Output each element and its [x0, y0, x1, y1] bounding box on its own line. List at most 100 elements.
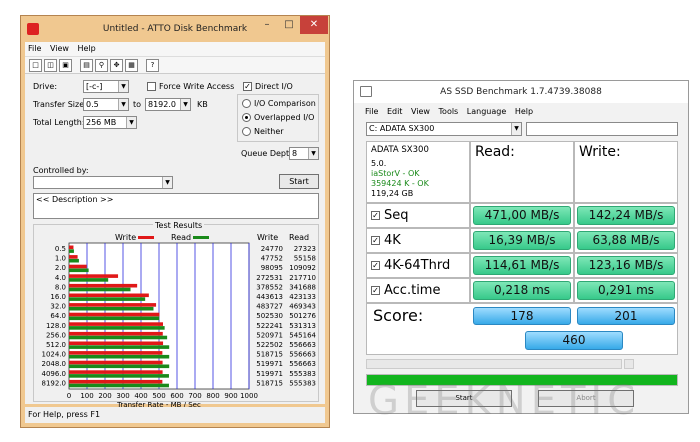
menu-file[interactable]: File [365, 105, 378, 119]
menu-view[interactable]: View [411, 105, 430, 119]
chevron-down-icon: ▼ [118, 81, 128, 92]
x-tick-label: 500 [152, 392, 165, 400]
minimize-button[interactable]: – [256, 16, 278, 34]
x-tick-label: 1000 [240, 392, 258, 400]
zoom-icon[interactable]: ⚲ [95, 59, 108, 72]
read-value-label: 555383 [289, 370, 316, 378]
y-tick-label: 128.0 [46, 322, 66, 330]
drive-size: 119,24 GB [371, 189, 414, 198]
atto-start-button[interactable]: Start [279, 174, 319, 189]
y-tick-label: 256.0 [46, 331, 66, 339]
read-value-label: 556663 [289, 360, 316, 368]
save-icon[interactable]: ▣ [59, 59, 72, 72]
row-write-cell: 142,24 MB/s [574, 203, 678, 228]
maximize-button[interactable]: □ [278, 16, 300, 34]
drive-select-value: [-c-] [86, 82, 103, 91]
y-tick-label: 8.0 [55, 283, 66, 291]
4k64-checkbox[interactable]: ✓ [371, 261, 380, 270]
y-tick-label: 2048.0 [42, 360, 67, 368]
acctime-write-value: 0,291 ms [577, 281, 675, 300]
open-folder-icon[interactable]: ◫ [44, 59, 57, 72]
read-bar [69, 249, 74, 253]
asssd-window: AS SSD Benchmark 1.7.4739.38088 File Edi… [353, 80, 689, 414]
menu-language[interactable]: Language [467, 105, 506, 119]
transfer-size-label: Transfer Size: [33, 100, 87, 109]
4k-checkbox[interactable]: ✓ [371, 236, 380, 245]
x-tick-label: 100 [80, 392, 93, 400]
read-bar [69, 335, 168, 340]
write-value-label: 47752 [261, 255, 283, 263]
alignment-status: 359424 K - OK [371, 179, 429, 188]
io-comparison-radio[interactable] [242, 99, 251, 108]
close-button[interactable]: ✕ [300, 16, 328, 34]
write-bar [69, 370, 163, 374]
x-tick-label: 0 [67, 392, 71, 400]
menu-help[interactable]: Help [77, 42, 95, 56]
write-bar [69, 264, 87, 269]
io-comparison-label: I/O Comparison [254, 99, 316, 108]
direct-io-label: Direct I/O [255, 82, 293, 91]
menu-help[interactable]: Help [515, 105, 533, 119]
read-value-label: 556663 [289, 351, 316, 359]
direct-io-checkbox[interactable]: ✓ [243, 82, 252, 91]
read-bar [69, 345, 170, 349]
row-read-cell: 471,00 MB/s [470, 203, 574, 228]
drive-select-value: C: ADATA SX300 [369, 124, 435, 133]
asssd-titlebar: AS SSD Benchmark 1.7.4739.38088 [354, 81, 688, 103]
read-header-cell: Read: [470, 141, 574, 203]
write-bar [69, 245, 74, 250]
x-tick-label: 600 [170, 392, 183, 400]
4k64-read-value: 114,61 MB/s [473, 256, 571, 275]
read-bar [69, 354, 170, 359]
acctime-checkbox[interactable]: ✓ [371, 286, 380, 295]
asssd-window-title: AS SSD Benchmark 1.7.4739.38088 [440, 87, 602, 97]
row-write-cell: 0,291 ms [574, 278, 678, 303]
drive-select[interactable]: C: ADATA SX300 ▼ [366, 122, 522, 136]
x-tick-label: 900 [224, 392, 237, 400]
print-icon[interactable]: ▤ [80, 59, 93, 72]
read-value-label: 27323 [294, 245, 316, 253]
seq-write-value: 142,24 MB/s [577, 206, 675, 225]
queue-depth-select[interactable]: 8 ▼ [289, 147, 319, 160]
neither-radio[interactable] [242, 127, 251, 136]
read-bar [69, 258, 79, 263]
description-textarea[interactable]: << Description >> [33, 193, 319, 219]
driver-status: iaStorV - OK [371, 169, 420, 178]
menu-view[interactable]: View [50, 42, 69, 56]
menu-edit[interactable]: Edit [387, 105, 403, 119]
total-length-select[interactable]: 256 MB ▼ [83, 116, 137, 129]
help-icon[interactable]: ? [146, 59, 159, 72]
transfer-size-from-value: 0.5 [86, 100, 99, 109]
read-value-label: 555383 [289, 379, 316, 387]
read-bar [69, 297, 146, 301]
write-bar [69, 274, 119, 278]
force-write-access-checkbox[interactable] [147, 82, 156, 91]
x-tick-label: 700 [188, 392, 201, 400]
transfer-size-from-select[interactable]: 0.5 ▼ [83, 98, 129, 111]
neither-label: Neither [254, 127, 284, 136]
read-value-label: 531313 [289, 322, 316, 330]
overlapped-io-radio[interactable] [242, 113, 251, 122]
move-icon[interactable]: ✥ [110, 59, 123, 72]
read-value-label: 217710 [289, 274, 316, 282]
write-bar [69, 331, 163, 336]
controlled-by-label: Controlled by: [33, 166, 89, 175]
menu-tools[interactable]: Tools [439, 105, 459, 119]
drive-select[interactable]: [-c-] ▼ [83, 80, 129, 93]
seq-checkbox[interactable]: ✓ [371, 211, 380, 220]
write-value-label: 24770 [261, 245, 283, 253]
row-read-cell: 114,61 MB/s [470, 253, 574, 278]
score-write-value: 201 [577, 307, 675, 325]
x-tick-label: 300 [116, 392, 129, 400]
transfer-size-to-select[interactable]: 8192.0 ▼ [145, 98, 191, 111]
menu-file[interactable]: File [28, 42, 41, 56]
asssd-search-field[interactable] [526, 122, 678, 136]
grid-icon[interactable]: ▦ [125, 59, 138, 72]
write-value-label: 518715 [256, 351, 283, 359]
controlled-by-select[interactable]: ▼ [33, 176, 173, 189]
queue-depth-value: 8 [292, 149, 298, 158]
new-file-icon[interactable]: □ [29, 59, 42, 72]
y-tick-label: 64.0 [50, 312, 66, 320]
row-label-cell: ✓ 4K-64Thrd [366, 253, 470, 278]
strip-icon [624, 359, 634, 369]
